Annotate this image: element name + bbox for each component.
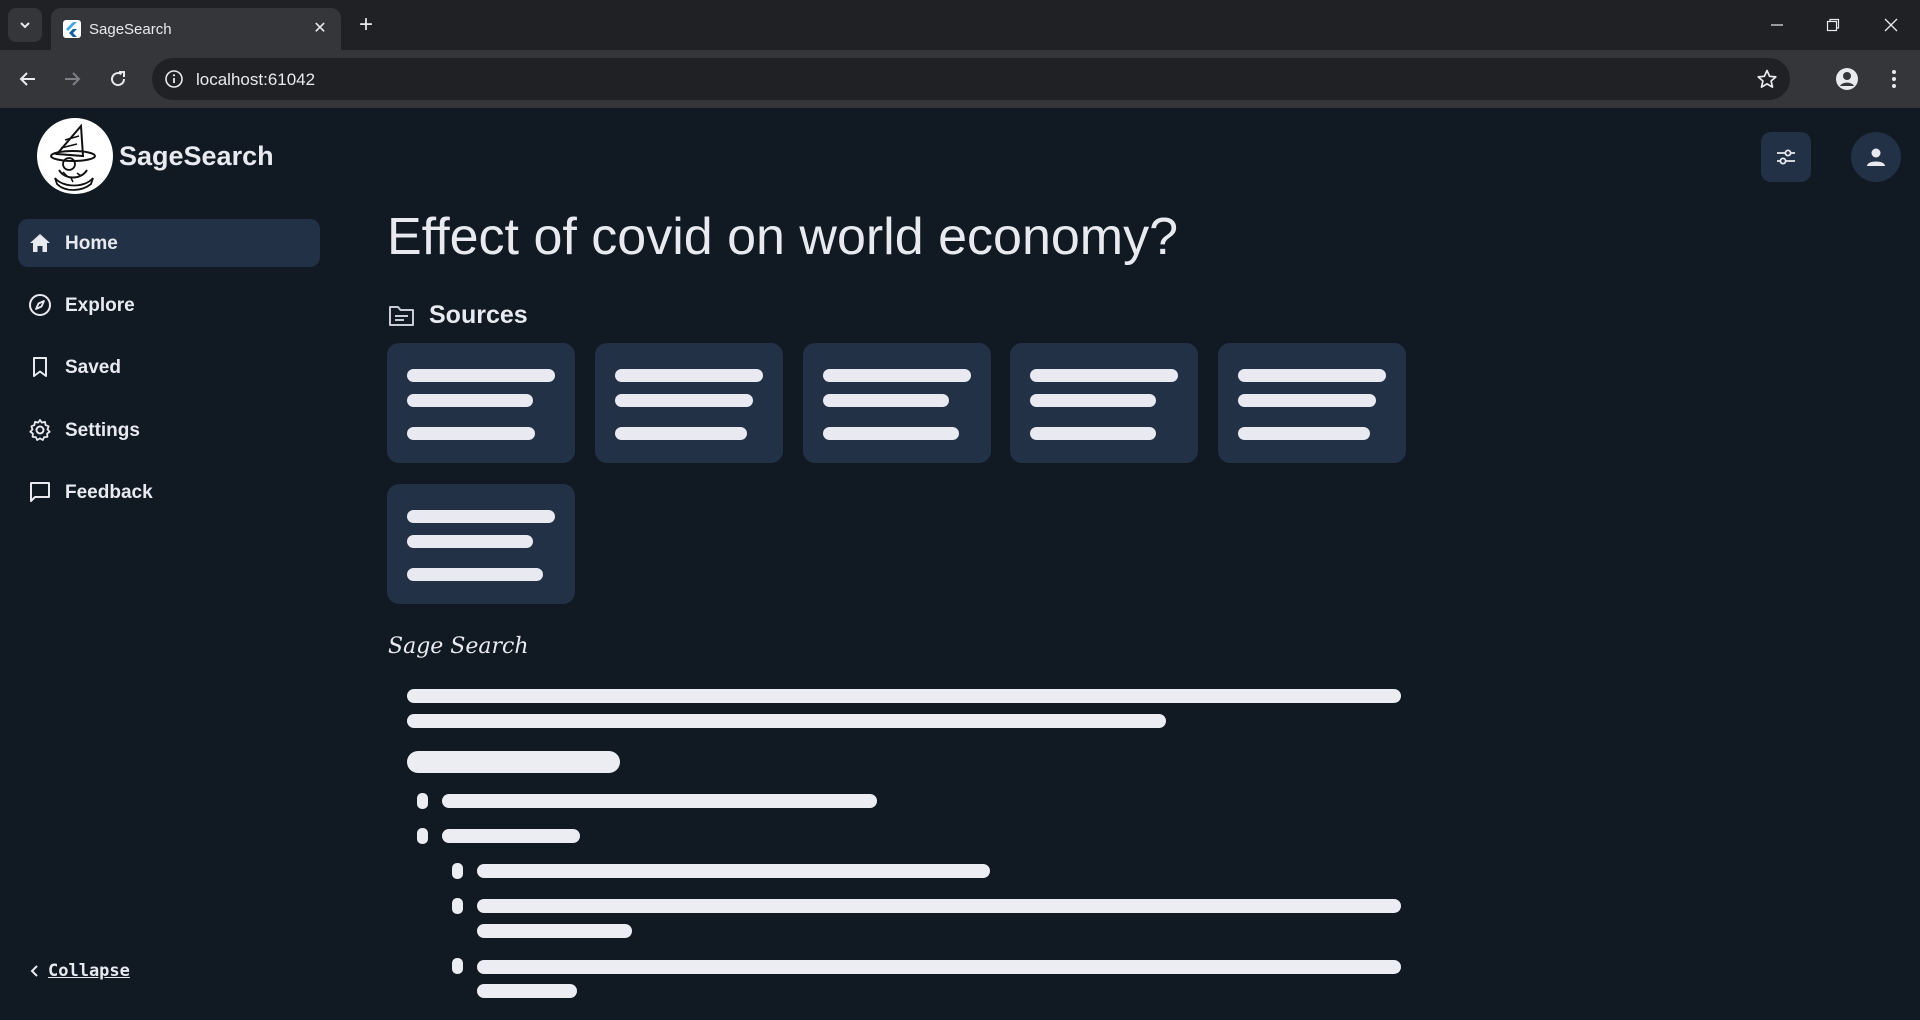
skeleton-line	[823, 427, 959, 440]
query-title: Effect of covid on world economy?	[387, 208, 1179, 266]
skeleton-line	[1238, 369, 1386, 382]
skeleton-line	[407, 427, 535, 440]
skeleton-bullet	[417, 828, 428, 844]
source-card-skeleton[interactable]	[1218, 343, 1406, 463]
sources-header: Sources	[388, 301, 528, 330]
chat-icon	[30, 482, 50, 502]
skeleton-line	[477, 864, 990, 878]
skeleton-line	[1030, 394, 1156, 407]
close-window-icon[interactable]	[1876, 10, 1906, 40]
sidebar-item-label: Explore	[65, 295, 135, 316]
skeleton-line	[477, 899, 1401, 913]
chevron-down-icon	[20, 22, 30, 29]
sliders-icon	[1777, 149, 1795, 165]
close-tab-icon[interactable]: ✕	[309, 17, 331, 39]
sources-label: Sources	[429, 301, 528, 329]
browser-profile-icon[interactable]	[1832, 64, 1862, 94]
skeleton-bullet	[452, 958, 463, 974]
bookmark-star-icon[interactable]	[1756, 68, 1778, 90]
tab-title: SageSearch	[89, 21, 172, 38]
restore-icon[interactable]	[1818, 10, 1848, 40]
back-icon[interactable]	[13, 64, 43, 94]
skeleton-line	[407, 369, 555, 382]
sidebar-item-saved[interactable]: Saved	[18, 343, 320, 391]
sidebar-item-explore[interactable]: Explore	[18, 281, 320, 329]
skeleton-bullet	[417, 793, 428, 809]
app-brand: SageSearch	[119, 141, 274, 171]
compass-icon	[29, 294, 51, 316]
skeleton-bullet	[452, 863, 463, 879]
user-icon	[1867, 148, 1885, 166]
tab-search-button[interactable]	[8, 8, 42, 42]
chevron-left-icon	[30, 965, 38, 977]
skeleton-line	[615, 394, 753, 407]
sagesearch-logo[interactable]	[37, 118, 113, 194]
sidebar-item-label: Saved	[65, 357, 121, 378]
user-profile-button[interactable]	[1851, 132, 1901, 182]
skeleton-line	[407, 568, 543, 581]
browser-menu-icon[interactable]	[1879, 64, 1909, 94]
gear-icon	[29, 419, 51, 441]
minimize-icon[interactable]	[1762, 10, 1792, 40]
browser-toolbar: localhost:61042	[0, 50, 1920, 108]
skeleton-line	[477, 984, 577, 998]
bookmark-icon	[33, 357, 47, 377]
skeleton-line	[1030, 369, 1178, 382]
sidebar-item-home[interactable]: Home	[18, 219, 320, 267]
filter-settings-button[interactable]	[1761, 132, 1811, 182]
source-card-skeleton[interactable]	[387, 343, 575, 463]
url-text: localhost:61042	[196, 70, 316, 89]
sidebar-item-label: Home	[65, 233, 118, 254]
address-bar[interactable]: localhost:61042	[152, 58, 1790, 100]
skeleton-line	[615, 369, 763, 382]
skeleton-line	[823, 369, 971, 382]
skeleton-line	[1238, 427, 1370, 440]
skeleton-line	[477, 924, 632, 938]
sidebar-item-feedback[interactable]: Feedback	[18, 468, 320, 516]
skeleton-line	[823, 394, 949, 407]
skeleton-line	[1030, 427, 1156, 440]
source-card-skeleton[interactable]	[1010, 343, 1198, 463]
skeleton-line	[442, 794, 877, 808]
reload-icon[interactable]	[103, 64, 133, 94]
folder-icon	[389, 305, 414, 326]
skeleton-line	[407, 714, 1166, 728]
skeleton-line	[1238, 394, 1376, 407]
forward-icon[interactable]	[57, 64, 87, 94]
skeleton-heading	[407, 751, 620, 773]
skeleton-line	[477, 960, 1401, 974]
flutter-favicon-icon	[63, 20, 81, 38]
new-tab-icon[interactable]: +	[352, 11, 380, 39]
collapse-label: Collapse	[48, 961, 130, 981]
sidebar-item-settings[interactable]: Settings	[18, 406, 320, 454]
browser-tab[interactable]: SageSearch ✕	[51, 8, 341, 50]
sidebar-item-label: Settings	[65, 420, 140, 441]
site-info-icon[interactable]	[164, 69, 184, 89]
skeleton-line	[615, 427, 747, 440]
source-card-skeleton[interactable]	[387, 484, 575, 604]
skeleton-line	[407, 394, 533, 407]
skeleton-line	[407, 535, 533, 548]
sidebar-item-label: Feedback	[65, 482, 153, 503]
skeleton-line	[407, 510, 555, 523]
skeleton-bullet	[452, 898, 463, 914]
collapse-sidebar-button[interactable]: Collapse	[28, 961, 130, 981]
home-icon	[30, 234, 50, 252]
answer-label: Sage Search	[388, 634, 529, 659]
skeleton-line	[442, 829, 580, 843]
skeleton-line	[407, 689, 1401, 703]
source-card-skeleton[interactable]	[595, 343, 783, 463]
browser-tab-bar: SageSearch ✕ +	[0, 0, 1920, 50]
source-card-skeleton[interactable]	[803, 343, 991, 463]
